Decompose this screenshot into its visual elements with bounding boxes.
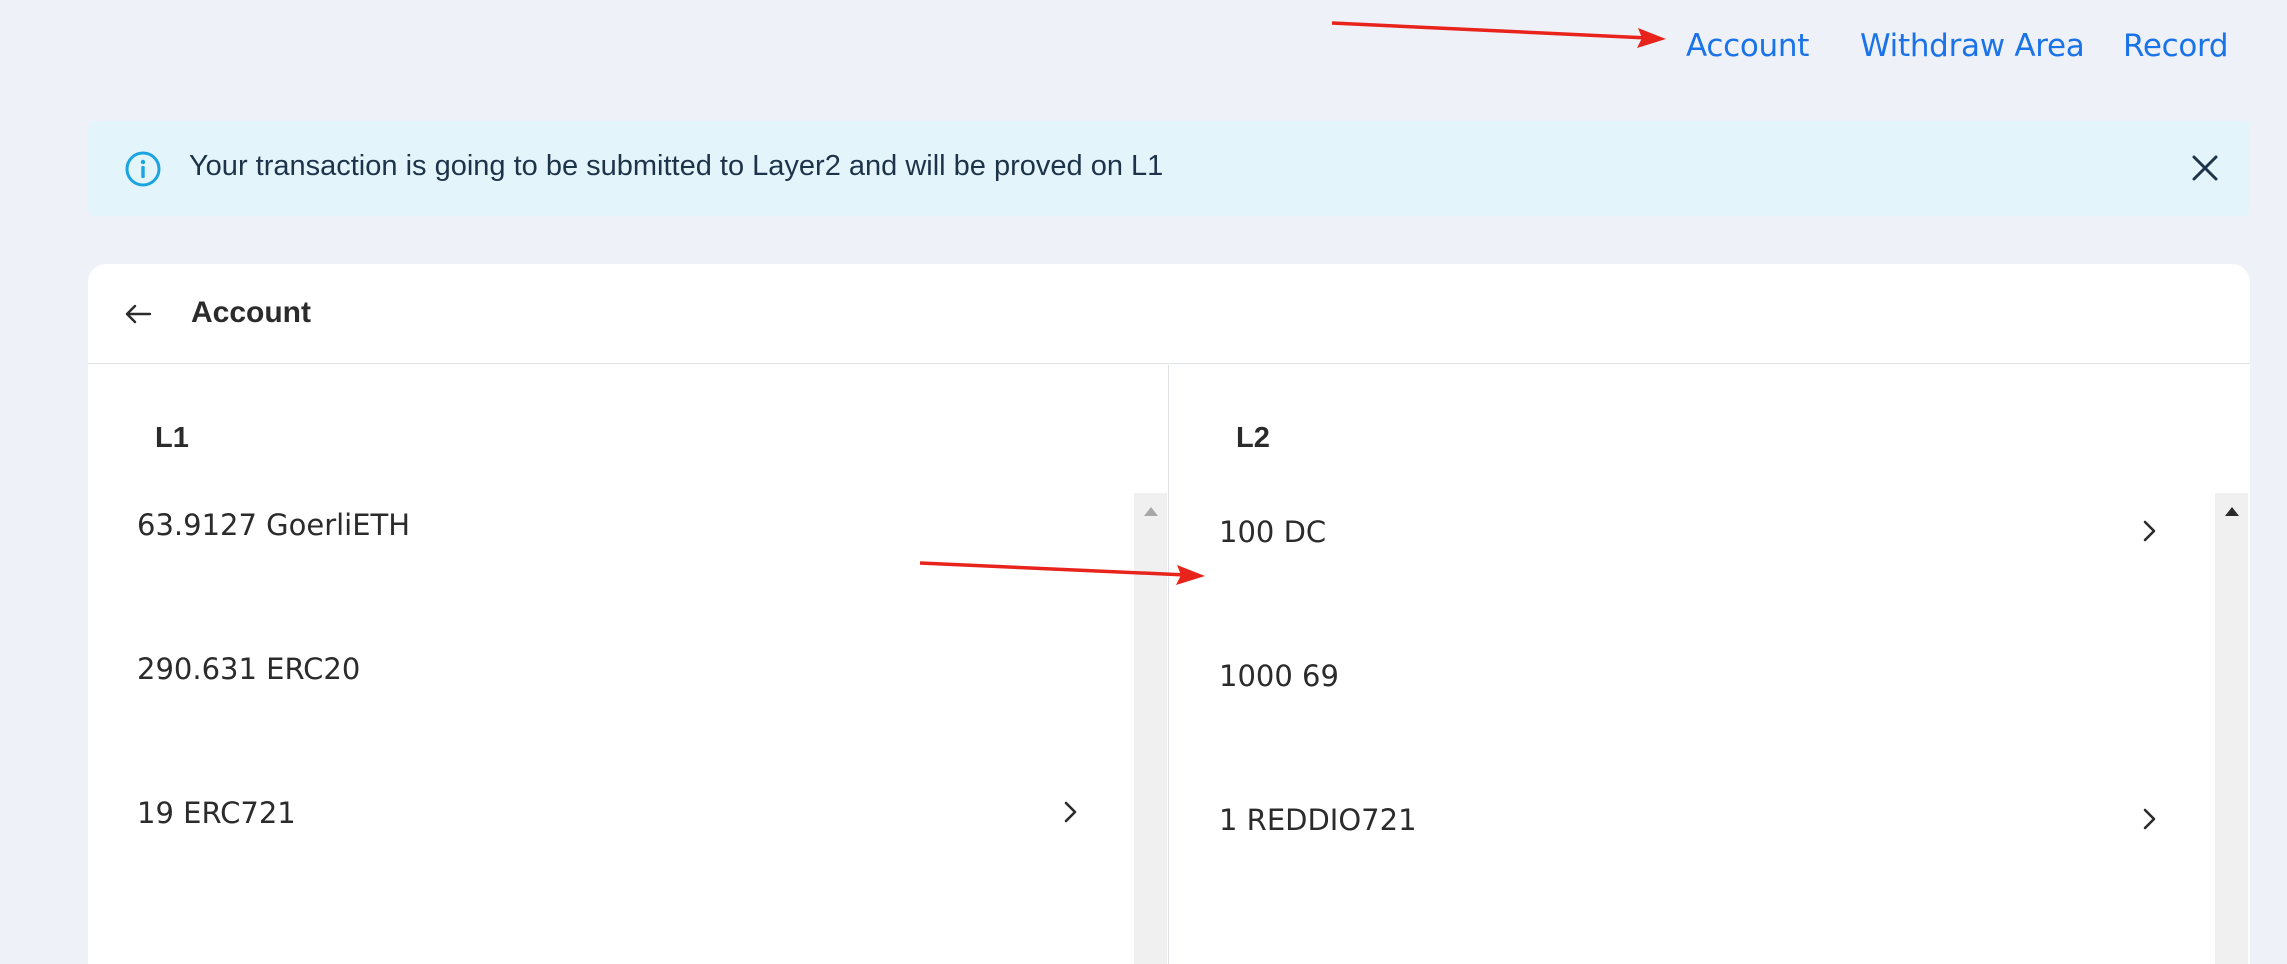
l2-list-item[interactable]: 1 REDDIO721 [1170, 788, 2210, 888]
top-nav: Account Withdraw Area Record [0, 0, 2287, 100]
l2-item-label: 1 REDDIO721 [1219, 803, 1417, 837]
info-icon [125, 151, 161, 187]
scroll-up-arrow-icon[interactable] [1144, 507, 1158, 516]
l2-item-label: 1000 69 [1219, 659, 1339, 693]
l2-list-item[interactable]: 100 DC [1170, 500, 2210, 600]
account-card: Account L1 63.9127 GoerliETH 290.631 ERC… [88, 264, 2250, 964]
banner-message: Your transaction is going to be submitte… [189, 150, 1164, 182]
l2-scrollbar[interactable] [2215, 493, 2248, 964]
chevron-right-icon [2143, 520, 2156, 542]
page-title: Account [191, 296, 311, 329]
arrow-left-icon[interactable] [122, 298, 154, 330]
l2-heading: L2 [1236, 422, 1270, 454]
nav-withdraw-area-link[interactable]: Withdraw Area [1860, 28, 2085, 64]
scroll-up-arrow-icon[interactable] [2225, 507, 2239, 516]
info-banner: Your transaction is going to be submitte… [88, 121, 2250, 216]
close-icon[interactable] [2190, 153, 2220, 183]
card-header: Account [88, 264, 2250, 364]
l1-scrollbar[interactable] [1134, 493, 1167, 964]
l2-item-label: 100 DC [1219, 515, 1327, 549]
l1-list-item[interactable]: 290.631 ERC20 [88, 637, 1128, 737]
l1-item-label: 63.9127 GoerliETH [137, 508, 411, 542]
l1-list-item[interactable]: 19 ERC721 [88, 781, 1128, 881]
l1-heading: L1 [155, 422, 189, 454]
l1-item-label: 290.631 ERC20 [137, 652, 361, 686]
nav-account-link[interactable]: Account [1686, 28, 1809, 64]
l1-list-item[interactable]: 63.9127 GoerliETH [88, 493, 1128, 593]
l2-column: L2 100 DC 1000 69 1 REDDIO721 [1170, 365, 2250, 964]
l1-item-label: 19 ERC721 [137, 796, 296, 830]
l2-list-item[interactable]: 1000 69 [1170, 644, 2210, 744]
nav-record-link[interactable]: Record [2123, 28, 2229, 64]
l1-column: L1 63.9127 GoerliETH 290.631 ERC20 19 ER… [88, 365, 1169, 964]
chevron-right-icon [1064, 801, 1077, 823]
chevron-right-icon [2143, 808, 2156, 830]
